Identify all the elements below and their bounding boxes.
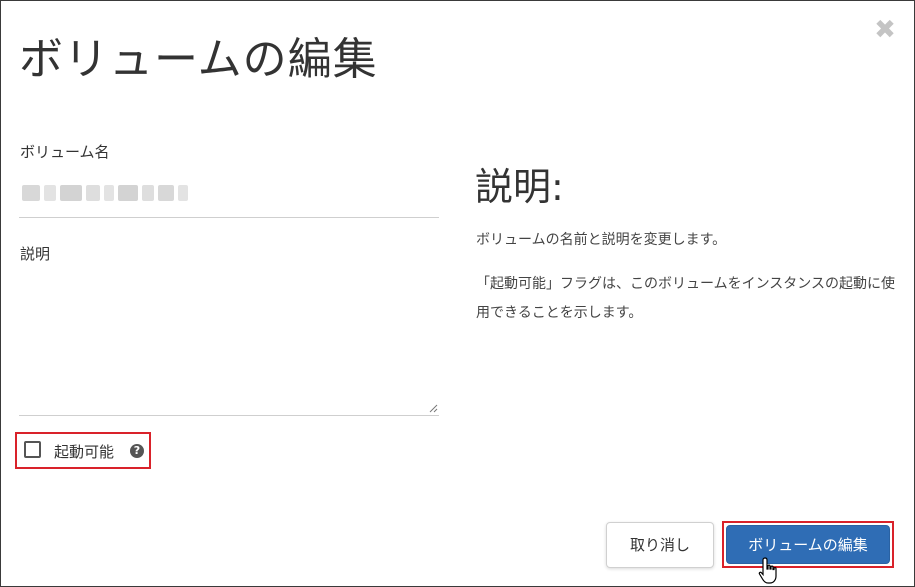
blurred-text bbox=[20, 185, 190, 203]
help-text: 「起動可能」フラグは、このボリュームをインスタンスの起動に使用できることを示しま… bbox=[476, 276, 896, 321]
cancel-button[interactable]: 取り消し bbox=[606, 522, 714, 568]
input-underline bbox=[19, 217, 439, 218]
bootable-label[interactable]: 起動可能 bbox=[54, 441, 114, 462]
hand-pointer-icon bbox=[758, 557, 777, 584]
help-icon[interactable]: ? bbox=[130, 444, 144, 458]
close-icon[interactable]: ✖ bbox=[874, 17, 896, 43]
volume-name-label: ボリューム名 bbox=[20, 143, 110, 161]
dialog-title: ボリュームの編集 bbox=[19, 34, 378, 85]
edit-volume-button[interactable]: ボリュームの編集 bbox=[726, 525, 890, 564]
help-title: 説明: bbox=[475, 165, 564, 209]
description-label: 説明 bbox=[20, 245, 51, 263]
volume-name-field[interactable] bbox=[20, 183, 190, 205]
bootable-checkbox[interactable] bbox=[24, 441, 41, 458]
help-text: ボリュームの名前と説明を変更します。 bbox=[476, 232, 727, 248]
description-textarea[interactable] bbox=[19, 270, 439, 416]
resize-grip-icon[interactable] bbox=[429, 404, 438, 413]
